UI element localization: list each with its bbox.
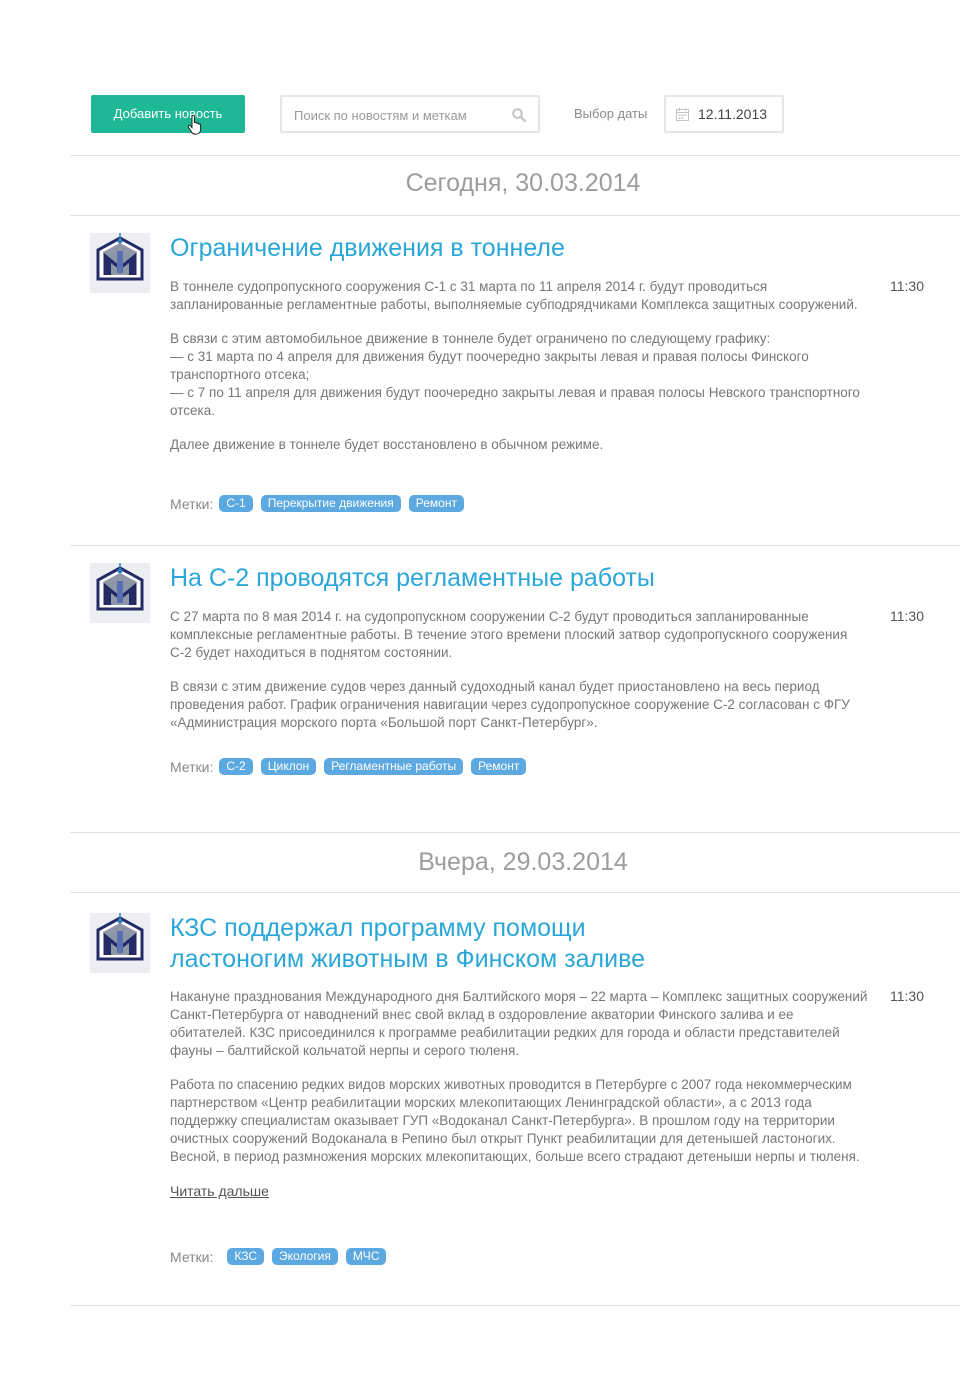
tags-label: Метки: xyxy=(170,1248,214,1265)
news-paragraph: Далее движение в тоннеле будет восстанов… xyxy=(170,437,604,452)
day-heading: Вчера, 29.03.2014 xyxy=(418,848,628,876)
search-input[interactable] xyxy=(294,105,504,125)
news-title[interactable]: На С-2 проводятся регламентные работы xyxy=(170,563,790,594)
news-item: Ограничение движения в тоннеле 11:30 В т… xyxy=(90,233,940,523)
news-body: С 27 марта по 8 мая 2014 г. на судопропу… xyxy=(170,608,870,748)
news-paragraph: В тоннеле судопропускного сооружения С-1… xyxy=(170,279,858,312)
metrostroy-logo xyxy=(90,233,150,293)
tag[interactable]: КЗС xyxy=(227,1248,265,1265)
divider xyxy=(70,155,960,156)
metrostroy-logo xyxy=(90,913,150,973)
divider xyxy=(70,832,960,833)
tag[interactable]: С-1 xyxy=(219,495,253,512)
tags: Метки: С-1 Перекрытие движения Ремонт xyxy=(170,495,472,512)
add-news-button[interactable]: Добавить новость xyxy=(91,95,245,133)
news-time: 11:30 xyxy=(890,278,924,294)
search-icon[interactable] xyxy=(512,108,526,122)
tag[interactable]: Циклон xyxy=(260,758,317,775)
tag[interactable]: Ремонт xyxy=(471,758,527,775)
news-item: КЗС поддержал программу помощи ластоноги… xyxy=(90,913,940,1273)
divider xyxy=(70,1305,960,1306)
tag[interactable]: Ремонт xyxy=(408,495,464,512)
news-item: На С-2 проводятся регламентные работы 11… xyxy=(90,563,940,783)
tag[interactable]: МЧС xyxy=(345,1248,387,1265)
date-label: Выбор даты xyxy=(574,106,648,121)
tags: Метки: КЗС Экология МЧС xyxy=(170,1248,394,1265)
date-value: 12.11.2013 xyxy=(698,106,768,122)
divider xyxy=(70,545,960,546)
tag[interactable]: С-2 xyxy=(219,758,253,775)
news-title[interactable]: КЗС поддержал программу помощи ластоноги… xyxy=(170,913,690,975)
date-picker[interactable]: 12.11.2013 xyxy=(664,95,784,133)
news-time: 11:30 xyxy=(890,608,924,624)
metrostroy-logo xyxy=(90,563,150,623)
news-paragraph: Накануне празднования Международного дня… xyxy=(170,989,868,1058)
divider xyxy=(70,215,960,216)
search-box xyxy=(280,95,540,133)
calendar-icon xyxy=(676,108,689,121)
read-more-link[interactable]: Читать дальше xyxy=(170,1182,269,1200)
hand-cursor-icon xyxy=(187,115,202,135)
news-paragraph: В связи с этим автомобильное движение в … xyxy=(170,331,860,418)
tag[interactable]: Перекрытие движения xyxy=(260,495,401,512)
news-body: Накануне празднования Международного дня… xyxy=(170,988,870,1201)
news-paragraph: Работа по спасению редких видов морских … xyxy=(170,1077,860,1164)
news-paragraph: В связи с этим движение судов через данн… xyxy=(170,679,850,730)
tags: Метки: С-2 Циклон Регламентные работы Ре… xyxy=(170,758,534,775)
day-heading: Сегодня, 30.03.2014 xyxy=(405,169,641,197)
tags-label: Метки: xyxy=(170,758,214,775)
news-body: В тоннеле судопропускного сооружения С-1… xyxy=(170,278,870,470)
divider xyxy=(70,892,960,893)
news-time: 11:30 xyxy=(890,988,924,1004)
toolbar: Добавить новость Выбор даты 12.11.2013 xyxy=(91,95,891,135)
tag[interactable]: Регламентные работы xyxy=(324,758,464,775)
tags-label: Метки: xyxy=(170,495,214,512)
tag[interactable]: Экология xyxy=(272,1248,338,1265)
news-title[interactable]: Ограничение движения в тоннеле xyxy=(170,233,790,264)
news-paragraph: С 27 марта по 8 мая 2014 г. на судопропу… xyxy=(170,609,848,660)
